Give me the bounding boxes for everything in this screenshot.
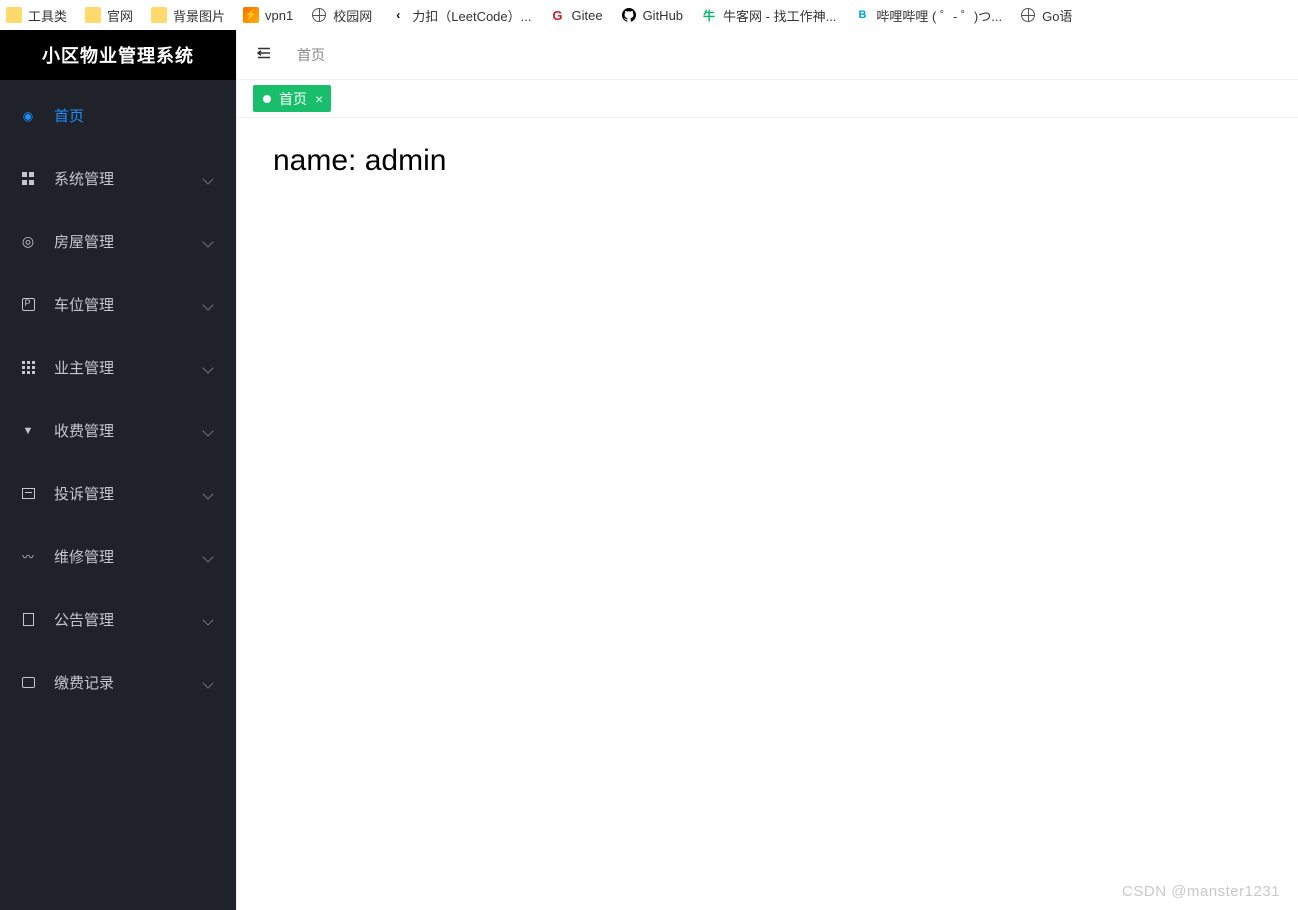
sidebar-item-label: 投诉管理 [54,483,204,504]
complaint-icon [20,486,36,502]
chevron-down-icon [202,173,213,184]
record-icon [20,675,36,691]
bookmark-item[interactable]: G Gitee [549,7,602,23]
fee-icon [20,423,36,439]
sidebar-item-label: 公告管理 [54,609,204,630]
collapse-sidebar-icon[interactable] [255,44,273,65]
bookmark-item[interactable]: B 哔哩哔哩 ( ゜- ゜)つ... [854,6,1002,25]
bookmark-label: 校园网 [333,6,372,25]
bookmark-item[interactable]: Go语 [1020,6,1072,25]
close-icon[interactable]: × [315,92,323,106]
chevron-down-icon [202,299,213,310]
bookmark-label: GitHub [643,8,683,23]
bookmark-item[interactable]: 工具类 [6,6,67,25]
folder-icon [85,7,101,23]
chevron-down-icon [202,614,213,625]
settings-icon [20,171,36,187]
bookmark-label: 力扣（LeetCode）... [412,6,531,25]
gitee-icon: G [549,7,565,23]
app-title: 小区物业管理系统 [0,30,236,80]
breadcrumb[interactable]: 首页 [297,45,325,65]
bookmark-item[interactable]: 校园网 [311,6,372,25]
sidebar-item-label: 车位管理 [54,294,204,315]
sidebar-item-label: 首页 [54,105,216,126]
sidebar-item-settings[interactable]: 系统管理 [0,147,236,210]
tab-home[interactable]: 首页 × [253,85,331,112]
chevron-down-icon [202,236,213,247]
bookmark-item[interactable]: 官网 [85,6,133,25]
topbar: 首页 [237,30,1298,80]
owner-icon [20,360,36,376]
app-window: 小区物业管理系统 首页系统管理房屋管理车位管理业主管理收费管理投诉管理维修管理公… [0,30,1298,910]
house-icon [20,234,36,250]
sidebar-item-label: 业主管理 [54,357,204,378]
chevron-down-icon [202,425,213,436]
folder-icon [6,7,22,23]
leetcode-icon: ‹ [390,7,406,23]
page-content: name: admin [237,118,1298,204]
notice-icon [20,612,36,628]
sidebar-item-label: 收费管理 [54,420,204,441]
bookmark-label: 背景图片 [173,6,225,25]
active-dot-icon [263,95,271,103]
folder-icon [151,7,167,23]
bookmark-label: 哔哩哔哩 ( ゜- ゜)つ... [876,6,1002,25]
vpn-icon: ⚡ [243,7,259,23]
sidebar-item-fee[interactable]: 收费管理 [0,399,236,462]
bilibili-icon: B [854,7,870,23]
bookmark-label: vpn1 [265,8,293,23]
dashboard-icon [20,108,36,124]
parking-icon [20,297,36,313]
watermark: CSDN @manster1231 [1122,883,1280,900]
sidebar-item-complaint[interactable]: 投诉管理 [0,462,236,525]
bookmark-item[interactable]: ‹ 力扣（LeetCode）... [390,6,531,25]
bookmark-item[interactable]: 背景图片 [151,6,225,25]
bookmark-label: Go语 [1042,6,1072,25]
sidebar-item-house[interactable]: 房屋管理 [0,210,236,273]
bookmark-item[interactable]: ⚡ vpn1 [243,7,293,23]
bookmark-label: Gitee [571,8,602,23]
sidebar-item-dashboard[interactable]: 首页 [0,84,236,147]
repair-icon [20,549,36,565]
nowcoder-icon: 牛 [701,7,717,23]
sidebar-item-label: 缴费记录 [54,672,204,693]
bookmark-bar: 工具类官网背景图片⚡vpn1校园网‹力扣（LeetCode）...GGiteeG… [0,0,1298,30]
sidebar-item-label: 系统管理 [54,168,204,189]
bookmark-item[interactable]: 牛牛客网 - 找工作神... [701,6,836,25]
bookmark-label: 官网 [107,6,133,25]
tab-bar: 首页 × [237,80,1298,118]
sidebar-item-notice[interactable]: 公告管理 [0,588,236,651]
chevron-down-icon [202,488,213,499]
bookmark-label: 牛客网 - 找工作神... [723,6,836,25]
sidebar-item-parking[interactable]: 车位管理 [0,273,236,336]
sidebar: 小区物业管理系统 首页系统管理房屋管理车位管理业主管理收费管理投诉管理维修管理公… [0,30,236,910]
bookmark-label: 工具类 [28,6,67,25]
sidebar-item-owner[interactable]: 业主管理 [0,336,236,399]
sidebar-item-label: 房屋管理 [54,231,204,252]
main-area: 首页 首页 × name: admin CSDN @manster1231 [236,30,1298,910]
chevron-down-icon [202,551,213,562]
sidebar-item-record[interactable]: 缴费记录 [0,651,236,714]
globe-icon [311,7,327,23]
chevron-down-icon [202,677,213,688]
globe-icon [1020,7,1036,23]
bookmark-item[interactable]: GitHub [621,7,683,23]
tab-label: 首页 [279,89,307,109]
sidebar-menu: 首页系统管理房屋管理车位管理业主管理收费管理投诉管理维修管理公告管理缴费记录 [0,80,236,910]
sidebar-item-repair[interactable]: 维修管理 [0,525,236,588]
github-icon [621,7,637,23]
sidebar-item-label: 维修管理 [54,546,204,567]
chevron-down-icon [202,362,213,373]
